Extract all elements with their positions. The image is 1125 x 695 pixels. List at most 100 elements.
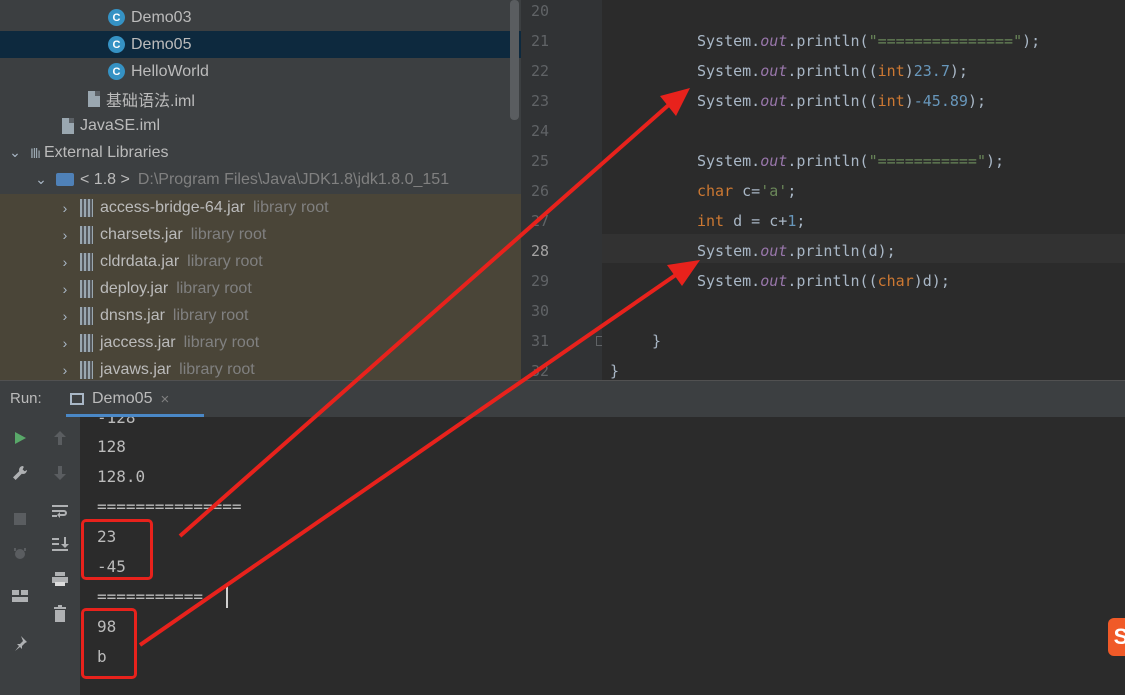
- run-toolbar-primary: [0, 417, 41, 695]
- close-icon[interactable]: ×: [160, 391, 169, 408]
- console-line: 128.0: [97, 467, 146, 486]
- tree-item-hint: library root: [172, 306, 249, 324]
- tree-item-jar[interactable]: › access-bridge-64.jar library root: [0, 194, 521, 221]
- tree-item-demo03[interactable]: C Demo03: [0, 4, 521, 31]
- tree-item-hint: library root: [187, 252, 263, 270]
- code-line-text: System.out.println((int)-45.89);: [697, 92, 986, 110]
- console-icon: [70, 393, 84, 405]
- tree-item-jdk[interactable]: ⌄ < 1.8 > D:\Program Files\Java\JDK1.8\j…: [0, 166, 521, 193]
- line-number: 27: [531, 212, 550, 230]
- code-line: System.out.println((char)d);: [697, 272, 950, 290]
- libraries-icon: Illı: [30, 144, 41, 161]
- code-editor[interactable]: System.out.println("==============="); S…: [602, 0, 1125, 380]
- tree-item-hint: D:\Program Files\Java\JDK1.8\jdk1.8.0_15…: [137, 170, 450, 188]
- code-line-text: int d = c+1;: [697, 212, 806, 230]
- jar-icon: [80, 252, 93, 271]
- tree-item-module-iml[interactable]: 基础语法.iml: [0, 85, 521, 112]
- code-line-text: System.out.println((int)23.7);: [697, 62, 968, 80]
- run-icon[interactable]: [0, 424, 40, 452]
- code-line-text: System.out.println(d);: [697, 242, 896, 260]
- soft-wrap-icon[interactable]: [40, 497, 80, 525]
- console-line: ===============: [97, 497, 242, 516]
- tree-item-external-libraries[interactable]: ⌄ Illı External Libraries: [0, 139, 521, 166]
- code-line: int d = c+1;: [697, 212, 805, 230]
- layout-icon[interactable]: [0, 582, 40, 610]
- java-class-icon: C: [108, 9, 125, 26]
- tree-item-jar[interactable]: › charsets.jar library root: [0, 221, 521, 248]
- code-line: }: [610, 362, 619, 380]
- line-number: 32: [531, 362, 550, 380]
- chevron-right-icon[interactable]: ›: [58, 308, 72, 324]
- jdk-folder-icon: [56, 173, 74, 186]
- editor-gutter: 20 21 22 23 24 25 26 27 28 29 30 31 32: [521, 0, 606, 380]
- code-line-text: }: [610, 362, 620, 380]
- code-line: System.out.println("===============");: [697, 32, 1040, 50]
- jar-icon: [80, 306, 93, 325]
- code-line-text: System.out.println((char)d);: [697, 272, 950, 290]
- tree-item-label: dnsns.jar: [100, 306, 165, 324]
- tree-item-hint: library root: [252, 198, 329, 216]
- chevron-right-icon[interactable]: ›: [58, 362, 72, 378]
- jar-icon: [80, 360, 93, 379]
- scroll-to-end-icon[interactable]: [40, 530, 80, 558]
- tree-item-javase-iml[interactable]: JavaSE.iml: [0, 112, 521, 139]
- chevron-right-icon[interactable]: ›: [58, 227, 72, 243]
- tree-item-label: External Libraries: [44, 143, 169, 161]
- tree-item-hint: library root: [176, 279, 252, 297]
- tree-scrollbar[interactable]: [510, 0, 519, 120]
- tree-item-label: deploy.jar: [100, 279, 169, 297]
- chevron-down-icon[interactable]: ⌄: [8, 144, 22, 161]
- trash-icon[interactable]: [40, 600, 80, 628]
- ime-logo-icon: S: [1108, 618, 1125, 656]
- line-number: 29: [531, 272, 550, 290]
- console-line: -128: [97, 417, 136, 427]
- console-line: 128: [97, 437, 126, 456]
- print-icon[interactable]: [40, 565, 80, 593]
- pin-icon[interactable]: [0, 629, 40, 657]
- tree-item-label: Demo03: [131, 8, 192, 26]
- line-number: 25: [531, 152, 550, 170]
- code-line: System.out.println(d);: [697, 242, 896, 260]
- code-line: }: [652, 332, 661, 350]
- tree-item-jar[interactable]: › javaws.jar library root: [0, 356, 521, 380]
- annotation-box-casting: [81, 519, 153, 580]
- tree-item-hint: library root: [190, 225, 267, 243]
- tree-item-label: access-bridge-64.jar: [100, 198, 245, 216]
- down-arrow-icon[interactable]: [40, 459, 80, 487]
- chevron-right-icon[interactable]: ›: [58, 200, 72, 216]
- tree-item-label: cldrdata.jar: [100, 252, 180, 270]
- code-line: System.out.println((int)-45.89);: [697, 92, 986, 110]
- tree-item-helloworld[interactable]: C HelloWorld: [0, 58, 521, 85]
- run-label: Run:: [10, 390, 42, 407]
- up-arrow-icon[interactable]: [40, 424, 80, 452]
- chevron-right-icon[interactable]: ›: [58, 335, 72, 351]
- chevron-right-icon[interactable]: ›: [58, 281, 72, 297]
- jar-icon: [80, 333, 93, 352]
- stop-icon[interactable]: [0, 505, 40, 533]
- line-number: 23: [531, 92, 550, 110]
- chevron-down-icon[interactable]: ⌄: [34, 171, 48, 188]
- run-tab-label: Demo05: [92, 390, 153, 407]
- wrench-icon[interactable]: [0, 459, 40, 487]
- tree-item-label: < 1.8 >: [80, 170, 130, 188]
- jar-icon: [80, 279, 93, 298]
- line-number: 26: [531, 182, 550, 200]
- project-tree: C Demo03 C Demo05 C HelloWorld 基础语法.iml …: [0, 0, 521, 380]
- run-tool-window-header: Run: Demo05 ×: [0, 380, 1125, 418]
- tree-item-jar[interactable]: › cldrdata.jar library root: [0, 248, 521, 275]
- line-number: 30: [531, 302, 550, 320]
- code-line-text: char c='a';: [697, 182, 797, 200]
- tree-item-hint: library root: [183, 333, 260, 351]
- tree-item-label: HelloWorld: [131, 62, 209, 80]
- tree-item-jar[interactable]: › deploy.jar library root: [0, 275, 521, 302]
- chevron-right-icon[interactable]: ›: [58, 254, 72, 270]
- debug-icon[interactable]: [0, 539, 40, 567]
- console-output[interactable]: -128 128 128.0 =============== 23 -45 ==…: [80, 417, 1125, 695]
- tree-item-jar[interactable]: › jaccess.jar library root: [0, 329, 521, 356]
- line-number: 20: [531, 2, 550, 20]
- tree-item-jar[interactable]: › dnsns.jar library root: [0, 302, 521, 329]
- tree-item-demo05[interactable]: C Demo05: [0, 31, 521, 58]
- tree-item-label: charsets.jar: [100, 225, 183, 243]
- run-tab-demo05[interactable]: Demo05 ×: [66, 381, 173, 417]
- iml-file-icon: [62, 117, 74, 134]
